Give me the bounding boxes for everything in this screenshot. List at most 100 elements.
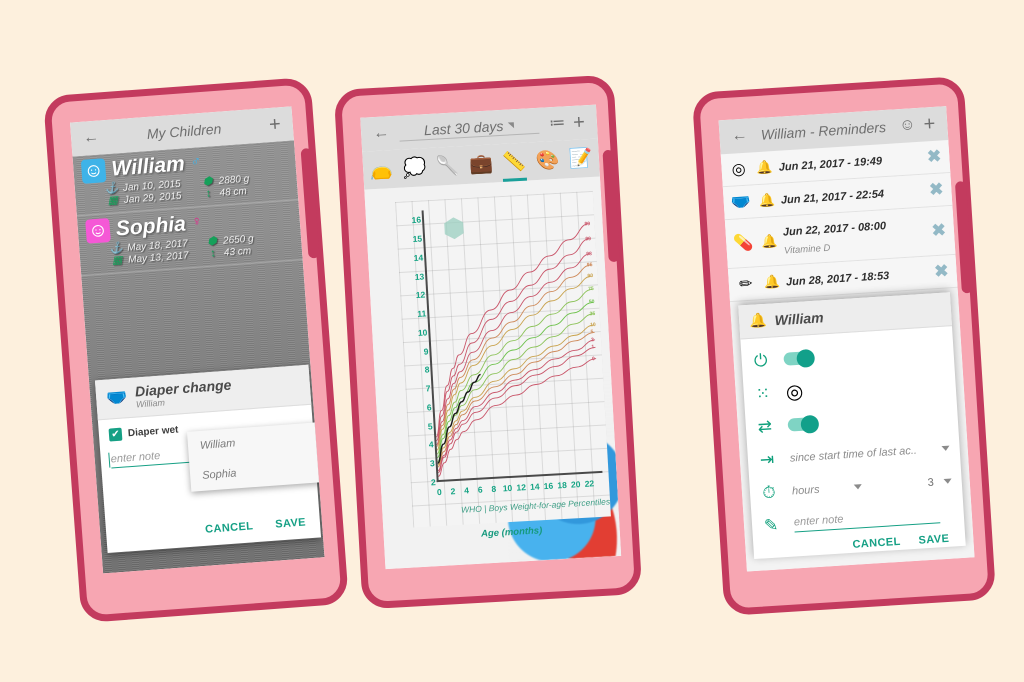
delete-reminder-icon[interactable]: ✖ <box>929 179 946 200</box>
sheet-body: ⏻ ⁙ ◎ ⇄ ⇥ since start time of last ac.. <box>740 326 964 543</box>
x-tick-label: 12 <box>516 482 527 493</box>
back-icon[interactable]: ← <box>727 125 752 146</box>
reminder-body: Jun 21, 2017 - 19:49 <box>778 149 921 176</box>
add-entry-icon[interactable]: + <box>569 110 590 135</box>
y-tick-label: 14 <box>413 252 424 263</box>
cancel-button[interactable]: CANCEL <box>852 536 901 551</box>
x-tick-label: 8 <box>491 483 497 495</box>
y-tick-label: 2 <box>430 477 437 488</box>
reminder-body: Jun 22, 2017 - 08:00 Vitamine D <box>782 214 927 259</box>
y-tick-label: 5 <box>427 420 433 432</box>
delete-reminder-icon[interactable]: ✖ <box>931 220 948 241</box>
chart-plot-area: 2 3 4 5 6 7 8 9 10 11 12 13 14 15 16 0 2 4 6 8 10 12 14 16 18 20… <box>395 190 611 528</box>
unit-select-value[interactable]: hours <box>792 482 845 497</box>
delete-reminder-icon[interactable]: ✖ <box>934 261 951 282</box>
page-title: My Children <box>146 120 222 142</box>
weight-watermark-icon: ⬢ <box>441 212 467 244</box>
sheet-title: William <box>774 308 824 328</box>
y-tick-label: 12 <box>415 289 426 301</box>
y-tick-label: 10 <box>417 327 428 338</box>
enable-toggle[interactable] <box>783 350 815 366</box>
y-tick-label: 6 <box>426 402 432 413</box>
percentile-label: 98 <box>586 250 592 257</box>
pencil-icon: ✏ <box>738 275 754 294</box>
note-input[interactable]: enter note <box>793 506 941 532</box>
percentile-label: 5 <box>590 329 594 336</box>
x-tick-label: 4 <box>463 485 470 496</box>
reminder-date: Jun 28, 2017 - 18:53 <box>785 270 890 289</box>
y-tick-label: 15 <box>412 233 423 245</box>
reminder-note: Vitamine D <box>783 242 831 257</box>
reference-select-value[interactable]: since start time of last ac.. <box>790 443 932 464</box>
phone3-side-button[interactable] <box>954 181 973 294</box>
checkbox-checked-icon[interactable]: ✔ <box>108 427 123 442</box>
back-icon[interactable]: ← <box>78 127 103 149</box>
medicine-icon: 💊 <box>732 234 754 253</box>
grid-icon: ⁙ <box>755 383 771 404</box>
percentile-label: 0 <box>591 355 596 362</box>
reminder-date: Jun 22, 2017 - 08:00 <box>782 220 887 239</box>
chart-series-98th <box>436 253 591 445</box>
save-button[interactable]: SAVE <box>275 516 307 530</box>
date-range-label: Last 30 days <box>423 117 504 139</box>
child-name: William <box>110 152 186 181</box>
baby-face-boy-icon <box>80 158 107 184</box>
percentile-label: 99 <box>584 220 591 227</box>
reminder-body: Jun 21, 2017 - 22:54 <box>780 182 923 209</box>
weight-icon: ⬢ <box>202 175 213 189</box>
dialog-body: ✔ Diaper wet enter note ☺ ⟲ William Soph… <box>98 405 325 527</box>
save-button[interactable]: SAVE <box>918 533 949 547</box>
x-tick-label: 2 <box>450 486 456 497</box>
add-child-icon[interactable]: + <box>264 112 285 137</box>
colors-tab-icon[interactable]: 🎨 <box>532 149 563 171</box>
cancel-button[interactable]: CANCEL <box>205 520 254 536</box>
y-tick-label: 11 <box>417 308 427 320</box>
list-view-icon[interactable]: ≔ <box>545 113 570 134</box>
notes-tab-icon[interactable]: 📝 <box>565 147 596 169</box>
nursing-icon[interactable]: ◎ <box>785 379 804 405</box>
reminder-edit-sheet: 🔔 William ⏻ ⁙ ◎ ⇄ ⇥ since start time of … <box>738 292 966 560</box>
phone1-side-button[interactable] <box>300 147 320 259</box>
stopwatch-icon: ⏱ <box>761 482 777 502</box>
phone-mockup-children: ← My Children + William ♂ ⚓ Jan 10, 2015… <box>43 76 349 624</box>
feeding-tab-icon[interactable]: 🥄 <box>432 155 463 177</box>
health-tab-icon[interactable]: 💼 <box>466 153 497 175</box>
sleep-tab-icon[interactable]: 💭 <box>399 157 430 179</box>
power-icon: ⏻ <box>753 350 769 371</box>
growth-chart: 2 3 4 5 6 7 8 9 10 11 12 13 14 15 16 0 2 4 6 8 10 12 14 16 18 20… <box>364 176 622 570</box>
add-reminder-icon[interactable]: + <box>919 112 940 137</box>
delete-reminder-icon[interactable]: ✖ <box>926 146 943 167</box>
phone1-screen: ← My Children + William ♂ ⚓ Jan 10, 2015… <box>70 106 325 574</box>
chevron-down-icon[interactable] <box>853 484 863 490</box>
reminder-body: Jun 28, 2017 - 18:53 <box>785 264 928 291</box>
child-select-dropdown[interactable]: William Sophia <box>186 421 325 492</box>
y-tick-label: 8 <box>424 364 430 376</box>
x-tick-label: 6 <box>477 484 483 495</box>
percentile-label: 95 <box>586 261 593 269</box>
gender-female-icon: ♀ <box>190 212 203 229</box>
baby-face-girl-icon <box>85 218 111 244</box>
chevron-down-icon[interactable] <box>941 445 950 452</box>
checkbox-label: Diaper wet <box>127 424 179 440</box>
baby-face-icon[interactable]: ☺ <box>895 115 921 136</box>
bell-icon: 🔔 <box>763 273 781 290</box>
x-tick-label: 22 <box>584 478 595 489</box>
chart-series-0.1th <box>438 358 597 477</box>
repeat-toggle[interactable] <box>787 416 819 432</box>
percentile-label: 25 <box>589 310 596 317</box>
chevron-down-icon[interactable] <box>943 478 952 485</box>
calendar-icon: ▦ <box>107 194 119 208</box>
phone2-side-button[interactable] <box>602 149 620 263</box>
diaper-change-dialog: 🩲 Diaper change William ✔ Diaper wet ent… <box>94 364 325 554</box>
back-icon[interactable]: ← <box>369 123 394 144</box>
amount-value[interactable]: 3 <box>927 476 934 488</box>
date-range-selector[interactable]: Last 30 days <box>398 115 540 142</box>
measure-tab-icon[interactable]: 📏 <box>499 151 530 173</box>
repeat-icon: ⇄ <box>757 416 773 437</box>
percentile-label: 10 <box>590 321 596 329</box>
y-tick-label: 13 <box>414 271 425 282</box>
interval-icon: ⇥ <box>759 449 775 469</box>
y-tick-label: 16 <box>411 214 422 226</box>
screenshot-stage: ← My Children + William ♂ ⚓ Jan 10, 2015… <box>0 0 1024 682</box>
diaper-tab-icon[interactable]: 👝 <box>366 159 397 181</box>
